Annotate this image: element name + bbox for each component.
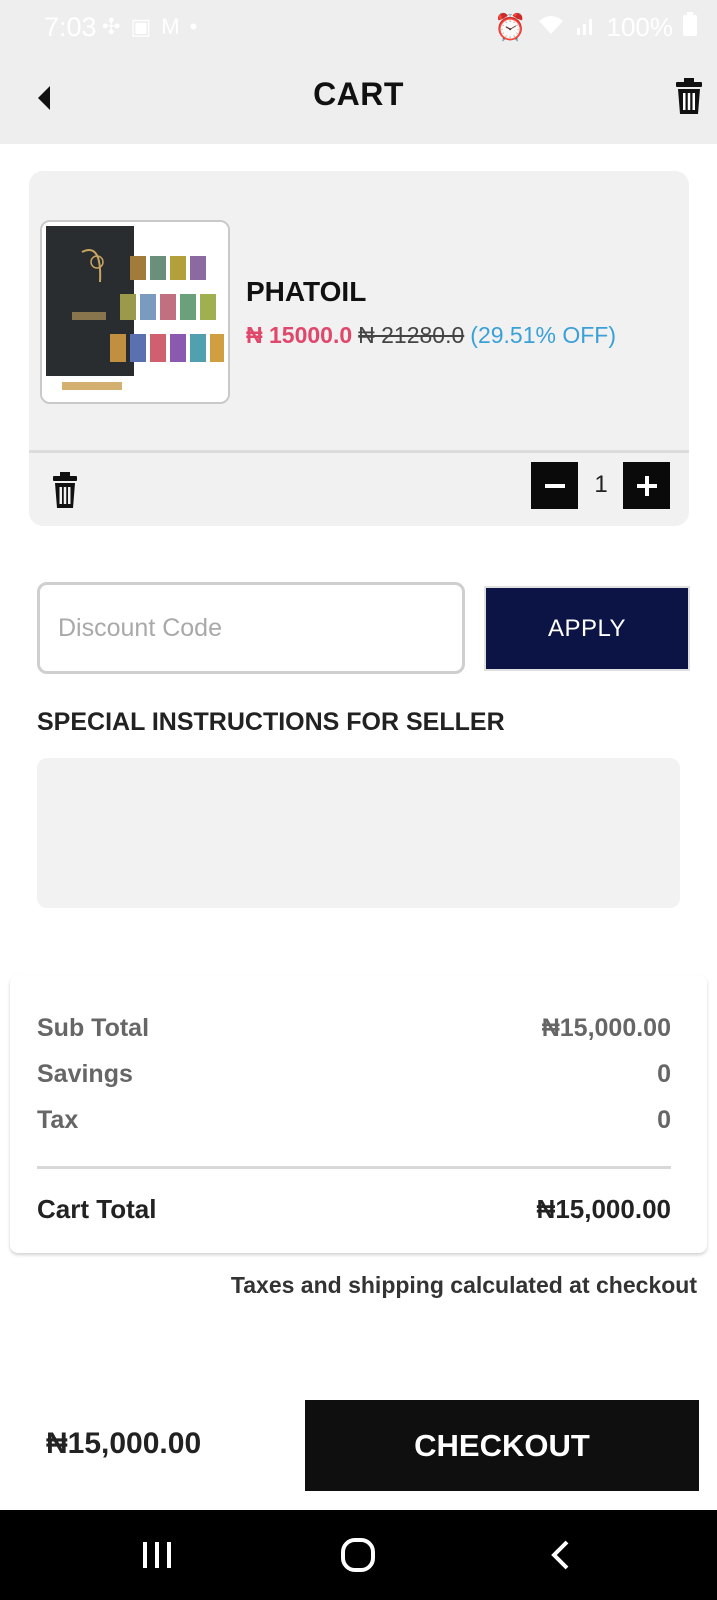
page-title: CART <box>313 76 404 112</box>
trash-icon <box>676 78 702 114</box>
remove-item-button[interactable] <box>53 472 77 508</box>
increase-quantity-button[interactable] <box>623 462 670 509</box>
chevron-left-icon <box>551 1540 569 1570</box>
notification-icons: ✣ ▣ M • <box>102 14 197 40</box>
dot-icon: • <box>189 14 198 39</box>
tax-label: Tax <box>37 1106 79 1134</box>
home-icon <box>341 1538 375 1572</box>
cart-total-label: Cart Total <box>37 1194 157 1224</box>
trash-icon <box>53 472 77 508</box>
original-price: ₦ 21280.0 <box>358 322 465 348</box>
status-right: ⏰ 100% <box>494 12 697 43</box>
fan-icon: ✣ <box>102 14 121 39</box>
quantity-value: 1 <box>594 471 608 498</box>
apply-discount-button[interactable]: APPLY <box>484 586 690 671</box>
image-icon: ▣ <box>130 14 152 39</box>
footer-total: ₦15,000.00 <box>46 1427 202 1460</box>
recent-apps-button[interactable] <box>127 1535 187 1575</box>
subtotal-label: Sub Total <box>37 1014 150 1042</box>
special-instructions-label: SPECIAL INSTRUCTIONS FOR SELLER <box>37 708 505 736</box>
product-name[interactable]: PHATOIL <box>246 276 366 308</box>
subtotal-value: ₦15,000.00 <box>541 1014 671 1042</box>
wifi-icon <box>537 12 565 43</box>
checkout-button[interactable]: CHECKOUT <box>305 1400 699 1491</box>
savings-label: Savings <box>37 1060 133 1088</box>
product-image[interactable] <box>40 220 230 404</box>
recent-apps-icon <box>143 1542 171 1568</box>
battery-text: 100% <box>606 12 674 42</box>
sale-price: ₦ 15000.0 <box>246 322 353 348</box>
battery-icon <box>683 12 697 43</box>
minus-icon <box>544 483 565 488</box>
signal-icon <box>575 12 597 43</box>
price-row: ₦ 15000.0 ₦ 21280.0 (29.51% OFF) <box>246 322 616 349</box>
summary-divider <box>37 1166 671 1169</box>
special-instructions-input[interactable] <box>37 758 680 908</box>
tax-value: 0 <box>657 1106 671 1134</box>
clear-cart-button[interactable] <box>676 78 702 114</box>
alarm-icon: ⏰ <box>494 12 527 42</box>
tax-shipping-note: Taxes and shipping calculated at checkou… <box>230 1272 697 1298</box>
discount-code-input[interactable] <box>37 582 465 674</box>
essential-oil-set-image <box>42 222 228 402</box>
status-time: 7:03 <box>44 12 97 42</box>
mail-icon: M <box>161 14 180 39</box>
decrease-quantity-button[interactable] <box>531 462 578 509</box>
discount-percent: (29.51% OFF) <box>470 322 616 348</box>
cart-total-value: ₦15,000.00 <box>536 1194 671 1224</box>
home-button[interactable] <box>328 1535 388 1575</box>
divider <box>29 450 689 453</box>
plus-icon <box>636 475 657 496</box>
savings-value: 0 <box>657 1060 671 1088</box>
back-nav-button[interactable] <box>530 1535 590 1575</box>
